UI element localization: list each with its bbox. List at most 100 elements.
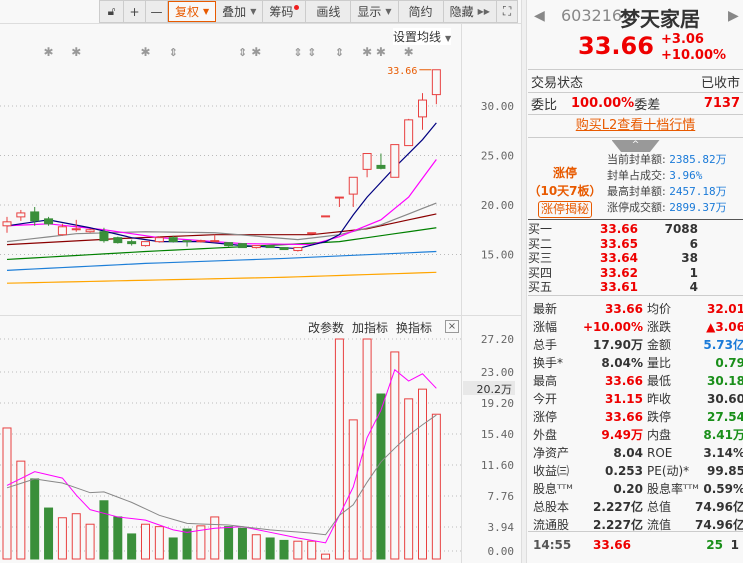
stat-label: 最高 [533,374,558,388]
limit-stat-value: 2899.37万 [669,201,727,214]
last-price: 33.66 [578,32,654,60]
stat-label: 股息ᵀᵀᴹ [533,482,573,496]
stat-label: 换手* [533,356,564,370]
limit-stat-value: 2457.18万 [669,185,727,198]
candle-body [224,242,234,247]
candle-body [321,215,331,218]
price-change: +3.06 +10.00% [661,32,726,64]
volume-bar [113,516,123,560]
switch-indicator-button[interactable]: 换指标 [396,319,432,336]
stat-row: 涨幅 +10.00% 涨跌 ▲3.06 [528,318,743,336]
zoom-out-button[interactable]: — [146,1,168,22]
candle-body [57,226,67,236]
volume-tick-label: 3.94 [488,521,515,534]
stat-row: 最新 33.66 均价 32.01 [528,300,743,318]
bid-qty: 1 [689,265,698,280]
stat-label: 流值 [647,518,672,532]
candle-body [71,228,81,231]
hide-button[interactable]: 隐藏 ▶▶ [444,1,497,22]
display-button[interactable]: 显示 ▼ [351,1,399,22]
fullscreen-icon[interactable]: ⛶ [497,1,517,22]
stat-label: 总值 [647,500,672,514]
unlock-icon[interactable]: 🔓︎ [100,1,124,22]
candle-body [127,241,137,245]
tick-time: 14:55 [533,538,572,552]
status-label: 交易状态 [531,75,584,91]
chevron-down-icon: ▼ [250,7,257,16]
star-marker-icon: ✱ [71,45,81,59]
stat-value: 99.85 [707,464,743,478]
volume-bar [57,517,67,560]
simple-button[interactable]: 简约 [399,1,444,22]
zoom-in-button[interactable]: + [124,1,146,22]
stat-value: 0.79 [715,356,743,370]
bid-price: 33.61 [600,280,638,294]
volume-bar [265,537,275,560]
add-indicator-button[interactable]: 加指标 [352,319,388,336]
candle-body [307,232,317,235]
stat-label: 最低 [647,374,672,388]
stat-label: 最新 [533,302,558,316]
candle-body [141,241,150,247]
chevron-down-icon: ▼ [385,7,392,16]
chips-button[interactable]: 筹码 [263,1,307,22]
stat-label: 涨跌 [647,320,672,334]
candle-body [99,231,109,242]
bid-row: 买五 33.61 4 [528,280,743,295]
prev-stock-icon[interactable]: ◀ [534,8,545,24]
volume-tick-label: 15.40 [481,428,514,441]
volume-bar [141,523,150,560]
stat-row: 总手 17.90万 金额 5.73亿 [528,336,743,354]
limit-stat-row: 当前封单额: 2385.82万 [607,152,727,168]
weicha-value: 7137 [703,96,740,111]
set-ma-button[interactable]: 设置均线 ▼ [393,28,452,45]
panel-splitter[interactable] [521,0,527,563]
candle-body [404,119,414,147]
stat-value: 74.96亿 [695,518,743,532]
next-stock-icon[interactable]: ▶ [728,8,739,24]
info-marker-icon: ⇕ [307,46,316,59]
volume-tick-label: 19.20 [481,397,514,410]
edit-params-button[interactable]: 改参数 [308,319,344,336]
notification-dot-icon [294,5,300,10]
limit-stat-label: 最高封单额: [607,185,666,198]
candle-body [279,247,289,251]
fuquan-button[interactable]: 复权 ▼ [168,1,217,22]
volume-bar [127,533,137,560]
stat-row: 净资产 8.04 ROE 3.14% [528,444,743,462]
limit-up-reveal-button[interactable]: 涨停揭秘 [537,201,592,218]
candle-body [334,196,344,199]
limit-stat-label: 封单占成交: [607,169,666,182]
info-marker-icon: ⇕ [335,46,344,59]
overlay-label: 叠加 [222,5,247,19]
stat-value: 5.73亿 [703,338,743,352]
stat-label: 收益㈢ [533,464,570,478]
candle-body [113,237,123,244]
draw-line-button[interactable]: 画线 [306,1,352,22]
kline-chart[interactable]: 30.00 25.00 20.00 15.00 27.20 23.00 19.20 15.40… [0,0,521,563]
candle-body [16,212,26,218]
stat-value: 33.66 [605,410,643,424]
bid-row: 买三 33.64 38 [528,251,743,266]
volume-bar [279,539,289,560]
stat-label: 均价 [647,302,672,316]
close-icon[interactable]: × [445,320,459,333]
stat-label: 昨收 [647,392,672,406]
overlay-button[interactable]: 叠加 ▼ [216,1,264,22]
stat-label: 净资产 [533,446,570,460]
stat-row: 外盘 9.49万 内盘 8.41万 [528,426,743,444]
volume-bar [404,398,414,560]
candle-body [251,245,261,249]
collapse-up-icon[interactable]: ^ [611,140,660,152]
candle-body [293,247,303,252]
stat-value: 0.59% [703,482,743,496]
stat-value: 27.54 [707,410,743,424]
buy-l2-link[interactable]: 购买L2查看十档行情 [528,115,743,138]
stat-value: 32.01 [707,302,743,316]
double-play-icon: ▶▶ [477,7,490,16]
stat-label: 涨停 [533,410,558,424]
stat-value: 2.227亿 [593,518,643,532]
volume-bar [418,388,427,560]
bid-row: 买二 33.65 6 [528,237,743,252]
set-ma-label: 设置均线 [393,30,442,44]
